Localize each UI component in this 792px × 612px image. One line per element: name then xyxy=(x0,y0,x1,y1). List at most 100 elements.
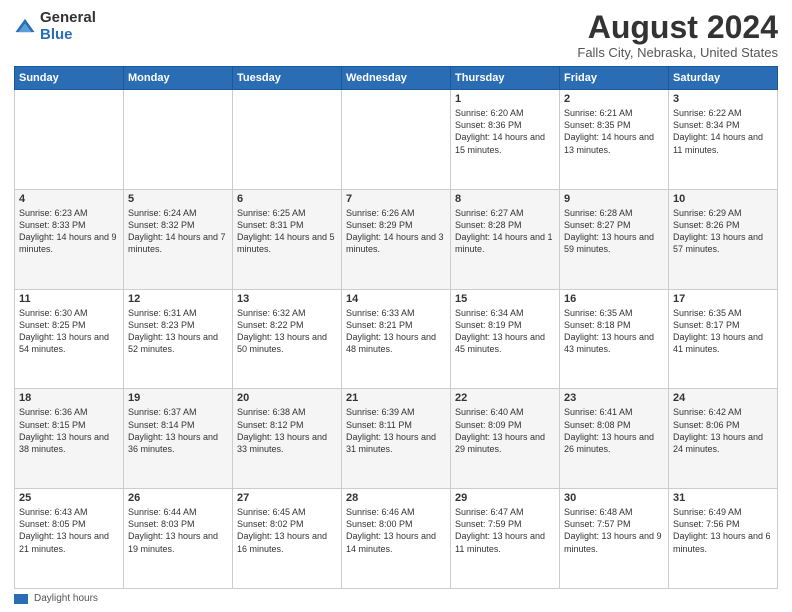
day-number: 10 xyxy=(673,193,773,205)
day-number: 19 xyxy=(128,392,228,404)
day-number: 6 xyxy=(237,193,337,205)
day-number: 13 xyxy=(237,293,337,305)
calendar-week-row: 25 Sunrise: 6:43 AM Sunset: 8:05 PM Dayli… xyxy=(15,489,778,589)
calendar-day-header: Monday xyxy=(124,67,233,90)
calendar-cell: 27Sunrise: 6:45 AM Sunset: 8:02 PM Dayli… xyxy=(233,489,342,589)
calendar-cell: 7Sunrise: 6:26 AM Sunset: 8:29 PM Daylig… xyxy=(342,189,451,289)
calendar-cell: 28 Sunrise: 6:46 AM Sunset: 8:00 PM Dayli… xyxy=(342,489,451,589)
calendar-cell: 8Sunrise: 6:27 AM Sunset: 8:28 PM Daylig… xyxy=(451,189,560,289)
calendar-week-row: 18 Sunrise: 6:36 AM Sunset: 8:15 PM Dayli… xyxy=(15,389,778,489)
calendar-cell: 30 Sunrise: 6:48 AM Sunset: 7:57 PM Dayli… xyxy=(560,489,669,589)
day-number: 8 xyxy=(455,193,555,205)
daylight-legend-box xyxy=(14,594,28,604)
day-info: Sunrise: 6:49 AM Sunset: 7:56 PM Dayligh… xyxy=(673,506,773,555)
calendar-cell: 13 Sunrise: 6:32 AM Sunset: 8:22 PM Dayli… xyxy=(233,289,342,389)
calendar-day-header: Saturday xyxy=(669,67,778,90)
day-number: 21 xyxy=(346,392,446,404)
day-number: 7 xyxy=(346,193,446,205)
day-info: Sunrise: 6:48 AM Sunset: 7:57 PM Dayligh… xyxy=(564,506,664,555)
day-info: Sunrise: 6:39 AM Sunset: 8:11 PM Dayligh… xyxy=(346,406,446,455)
calendar-cell: 12 Sunrise: 6:31 AM Sunset: 8:23 PM Dayli… xyxy=(124,289,233,389)
day-info: Sunrise: 6:23 AM Sunset: 8:33 PM Dayligh… xyxy=(19,207,119,256)
day-info: Sunrise: 6:35 AM Sunset: 8:18 PM Dayligh… xyxy=(564,307,664,356)
logo: General Blue xyxy=(14,10,96,43)
day-info: Sunrise: 6:43 AM Sunset: 8:05 PM Dayligh… xyxy=(19,506,119,555)
calendar-day-header: Tuesday xyxy=(233,67,342,90)
day-number: 17 xyxy=(673,293,773,305)
calendar-cell: 26 Sunrise: 6:44 AM Sunset: 8:03 PM Dayli… xyxy=(124,489,233,589)
day-number: 29 xyxy=(455,492,555,504)
day-number: 25 xyxy=(19,492,119,504)
day-number: 20 xyxy=(237,392,337,404)
day-number: 28 xyxy=(346,492,446,504)
day-info: Sunrise: 6:34 AM Sunset: 8:19 PM Dayligh… xyxy=(455,307,555,356)
day-info: Sunrise: 6:36 AM Sunset: 8:15 PM Dayligh… xyxy=(19,406,119,455)
calendar-cell: 9 Sunrise: 6:28 AM Sunset: 8:27 PM Daylig… xyxy=(560,189,669,289)
day-number: 5 xyxy=(128,193,228,205)
day-info: Sunrise: 6:44 AM Sunset: 8:03 PM Dayligh… xyxy=(128,506,228,555)
day-info: Sunrise: 6:47 AM Sunset: 7:59 PM Dayligh… xyxy=(455,506,555,555)
footer: Daylight hours xyxy=(14,593,778,604)
calendar-cell: 23 Sunrise: 6:41 AM Sunset: 8:08 PM Dayli… xyxy=(560,389,669,489)
calendar-cell xyxy=(124,90,233,190)
day-number: 30 xyxy=(564,492,664,504)
day-info: Sunrise: 6:41 AM Sunset: 8:08 PM Dayligh… xyxy=(564,406,664,455)
calendar: SundayMondayTuesdayWednesdayThursdayFrid… xyxy=(14,66,778,589)
day-info: Sunrise: 6:37 AM Sunset: 8:14 PM Dayligh… xyxy=(128,406,228,455)
day-number: 15 xyxy=(455,293,555,305)
day-number: 4 xyxy=(19,193,119,205)
calendar-cell: 4 Sunrise: 6:23 AM Sunset: 8:33 PM Daylig… xyxy=(15,189,124,289)
day-number: 2 xyxy=(564,93,664,105)
day-info: Sunrise: 6:20 AM Sunset: 8:36 PM Dayligh… xyxy=(455,107,555,156)
calendar-cell: 25 Sunrise: 6:43 AM Sunset: 8:05 PM Dayli… xyxy=(15,489,124,589)
calendar-cell: 29 Sunrise: 6:47 AM Sunset: 7:59 PM Dayli… xyxy=(451,489,560,589)
calendar-cell xyxy=(233,90,342,190)
calendar-day-header: Sunday xyxy=(15,67,124,90)
day-info: Sunrise: 6:35 AM Sunset: 8:17 PM Dayligh… xyxy=(673,307,773,356)
day-info: Sunrise: 6:40 AM Sunset: 8:09 PM Dayligh… xyxy=(455,406,555,455)
day-info: Sunrise: 6:46 AM Sunset: 8:00 PM Dayligh… xyxy=(346,506,446,555)
calendar-cell: 11 Sunrise: 6:30 AM Sunset: 8:25 PM Dayli… xyxy=(15,289,124,389)
day-info: Sunrise: 6:33 AM Sunset: 8:21 PM Dayligh… xyxy=(346,307,446,356)
logo-general: General xyxy=(40,10,96,27)
day-number: 23 xyxy=(564,392,664,404)
day-info: Sunrise: 6:31 AM Sunset: 8:23 PM Dayligh… xyxy=(128,307,228,356)
calendar-cell: 14 Sunrise: 6:33 AM Sunset: 8:21 PM Dayli… xyxy=(342,289,451,389)
day-number: 12 xyxy=(128,293,228,305)
calendar-week-row: 4 Sunrise: 6:23 AM Sunset: 8:33 PM Daylig… xyxy=(15,189,778,289)
day-info: Sunrise: 6:28 AM Sunset: 8:27 PM Dayligh… xyxy=(564,207,664,256)
calendar-cell: 31 Sunrise: 6:49 AM Sunset: 7:56 PM Dayli… xyxy=(669,489,778,589)
calendar-cell xyxy=(15,90,124,190)
day-number: 18 xyxy=(19,392,119,404)
day-info: Sunrise: 6:22 AM Sunset: 8:34 PM Dayligh… xyxy=(673,107,773,156)
day-info: Sunrise: 6:42 AM Sunset: 8:06 PM Dayligh… xyxy=(673,406,773,455)
day-info: Sunrise: 6:32 AM Sunset: 8:22 PM Dayligh… xyxy=(237,307,337,356)
day-number: 31 xyxy=(673,492,773,504)
calendar-week-row: 1Sunrise: 6:20 AM Sunset: 8:36 PM Daylig… xyxy=(15,90,778,190)
title-area: August 2024 Falls City, Nebraska, United… xyxy=(577,10,778,60)
logo-blue: Blue xyxy=(40,27,96,44)
day-number: 9 xyxy=(564,193,664,205)
calendar-week-row: 11 Sunrise: 6:30 AM Sunset: 8:25 PM Dayli… xyxy=(15,289,778,389)
day-info: Sunrise: 6:29 AM Sunset: 8:26 PM Dayligh… xyxy=(673,207,773,256)
day-number: 22 xyxy=(455,392,555,404)
day-info: Sunrise: 6:30 AM Sunset: 8:25 PM Dayligh… xyxy=(19,307,119,356)
day-info: Sunrise: 6:21 AM Sunset: 8:35 PM Dayligh… xyxy=(564,107,664,156)
day-number: 27 xyxy=(237,492,337,504)
day-number: 11 xyxy=(19,293,119,305)
calendar-cell: 15 Sunrise: 6:34 AM Sunset: 8:19 PM Dayli… xyxy=(451,289,560,389)
calendar-cell: 16Sunrise: 6:35 AM Sunset: 8:18 PM Dayli… xyxy=(560,289,669,389)
calendar-cell: 19 Sunrise: 6:37 AM Sunset: 8:14 PM Dayli… xyxy=(124,389,233,489)
calendar-cell xyxy=(342,90,451,190)
calendar-cell: 17 Sunrise: 6:35 AM Sunset: 8:17 PM Dayli… xyxy=(669,289,778,389)
main-title: August 2024 xyxy=(577,10,778,45)
day-number: 26 xyxy=(128,492,228,504)
calendar-day-header: Wednesday xyxy=(342,67,451,90)
day-number: 14 xyxy=(346,293,446,305)
day-info: Sunrise: 6:25 AM Sunset: 8:31 PM Dayligh… xyxy=(237,207,337,256)
calendar-cell: 18 Sunrise: 6:36 AM Sunset: 8:15 PM Dayli… xyxy=(15,389,124,489)
calendar-cell: 22 Sunrise: 6:40 AM Sunset: 8:09 PM Dayli… xyxy=(451,389,560,489)
calendar-cell: 3Sunrise: 6:22 AM Sunset: 8:34 PM Daylig… xyxy=(669,90,778,190)
calendar-cell: 2 Sunrise: 6:21 AM Sunset: 8:35 PM Daylig… xyxy=(560,90,669,190)
calendar-cell: 21 Sunrise: 6:39 AM Sunset: 8:11 PM Dayli… xyxy=(342,389,451,489)
